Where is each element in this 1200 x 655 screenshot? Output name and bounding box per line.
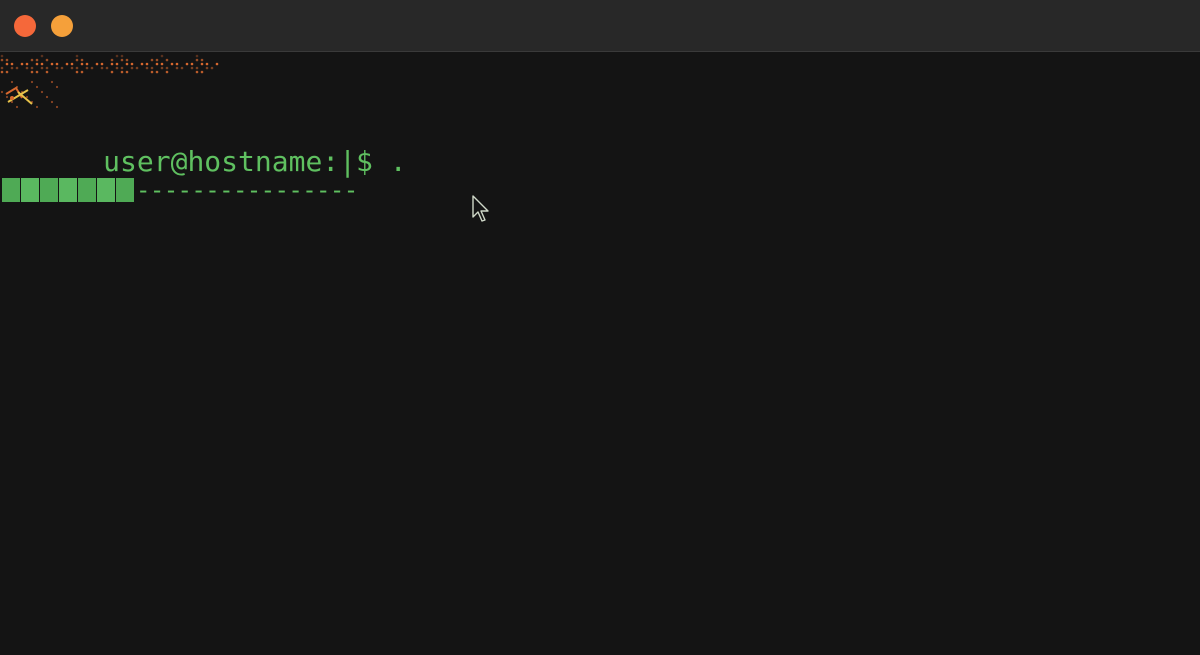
progress-remaining: ---------------- — [136, 176, 358, 204]
title-bar[interactable] — [0, 0, 1200, 52]
text-cursor: | — [339, 145, 357, 178]
prompt-user-host: user@hostname: — [103, 145, 340, 178]
ascii-art-banner — [0, 54, 219, 109]
command-input[interactable]: $ . — [356, 145, 407, 178]
close-button[interactable] — [14, 15, 36, 37]
progress-block — [78, 178, 96, 202]
progress-block — [21, 178, 39, 202]
tool-icon — [5, 86, 33, 105]
progress-fill — [2, 178, 134, 202]
progress-block — [40, 178, 58, 202]
terminal-body[interactable]: user@hostname:|$ . ---------------- — [0, 52, 1200, 655]
progress-bar: ---------------- — [2, 176, 358, 204]
progress-block — [116, 178, 134, 202]
progress-block — [2, 178, 20, 202]
terminal-window: user@hostname:|$ . ---------------- — [0, 0, 1200, 655]
progress-block — [59, 178, 77, 202]
mouse-pointer-icon — [472, 195, 489, 222]
progress-block — [97, 178, 115, 202]
minimize-button[interactable] — [51, 15, 73, 37]
